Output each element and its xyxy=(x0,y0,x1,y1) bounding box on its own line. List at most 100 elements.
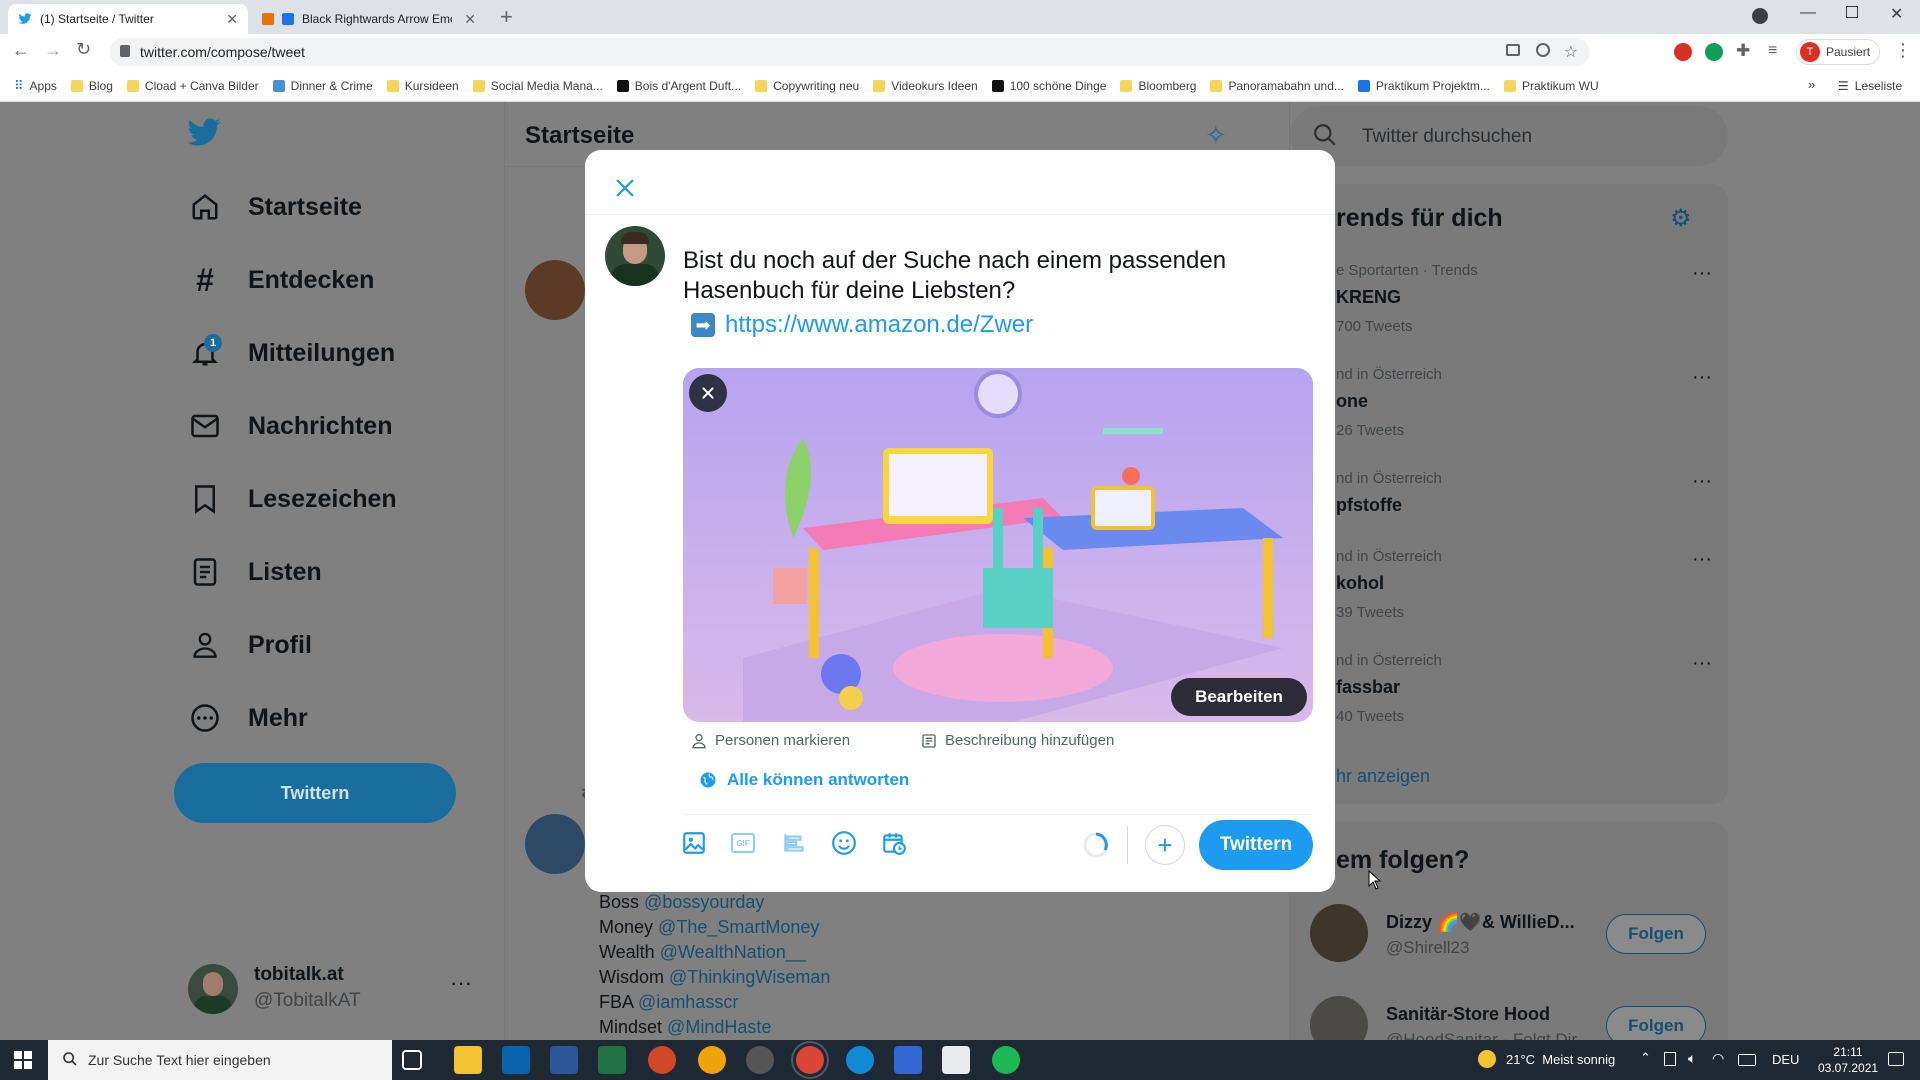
trend-item[interactable]: nd in Österreich one 26 Tweets ··· xyxy=(1336,366,1726,446)
mention-link[interactable]: @WealthNation__ xyxy=(660,942,806,962)
nav-lists[interactable]: Listen xyxy=(188,555,322,589)
weather-sun-icon[interactable] xyxy=(1478,1050,1496,1068)
keyboard-icon[interactable] xyxy=(1738,1054,1756,1066)
install-icon[interactable] xyxy=(1506,44,1520,56)
avatar[interactable] xyxy=(525,260,585,320)
media-control-icon[interactable]: ≡ xyxy=(1768,42,1777,60)
bookmark-item[interactable]: Copywriting neu xyxy=(755,79,859,93)
address-bar[interactable]: twitter.com/compose/tweet ☆ xyxy=(110,38,1590,66)
apps-bookmark[interactable]: ⠿ Apps xyxy=(14,78,57,94)
media-upload-icon[interactable] xyxy=(681,830,709,858)
network-icon[interactable] xyxy=(1664,1052,1676,1066)
mention-link[interactable]: @bossyourday xyxy=(644,892,764,912)
follow-button[interactable]: Folgen xyxy=(1606,914,1706,954)
close-tab-icon[interactable]: ✕ xyxy=(464,11,476,28)
remove-media-icon[interactable] xyxy=(689,374,727,412)
bookmark-item[interactable]: Kursideen xyxy=(386,79,459,93)
weather-text[interactable]: 21°C Meist sonnig xyxy=(1506,1052,1615,1067)
sidebar-tweet-button[interactable]: Twittern xyxy=(174,763,456,823)
tab-search-icon[interactable] xyxy=(1752,8,1768,24)
account-switcher[interactable]: tobitalk.at @TobitalkAT ··· xyxy=(188,960,488,1020)
avatar[interactable] xyxy=(1310,996,1368,1040)
nav-profile[interactable]: Profil xyxy=(188,628,312,662)
search-box[interactable]: Twitter durchsuchen xyxy=(1290,106,1728,166)
minimize-icon[interactable]: — xyxy=(1800,4,1816,22)
zoom-icon[interactable] xyxy=(1536,43,1550,57)
nav-explore[interactable]: # Entdecken xyxy=(188,262,374,298)
bookmark-item[interactable]: Dinner & Crime xyxy=(272,79,373,93)
powerpoint-icon[interactable] xyxy=(648,1046,676,1074)
trend-item[interactable]: nd in Österreich kohol 39 Tweets ··· xyxy=(1336,548,1726,628)
excel-icon[interactable] xyxy=(598,1046,626,1074)
file-explorer-icon[interactable] xyxy=(454,1046,482,1074)
nav-more[interactable]: Mehr xyxy=(188,701,308,735)
link-text[interactable]: https://www.amazon.de/Zwer xyxy=(725,310,1033,340)
app-icon[interactable] xyxy=(894,1046,922,1074)
bookmark-item[interactable]: Social Media Mana... xyxy=(472,79,603,93)
kebab-menu-icon[interactable]: ⋮ xyxy=(1894,40,1912,61)
close-tab-icon[interactable]: ✕ xyxy=(226,11,238,28)
more-dots-icon[interactable]: ··· xyxy=(1692,548,1712,571)
nav-bookmarks[interactable]: Lesezeichen xyxy=(188,482,397,516)
more-dots-icon[interactable]: ··· xyxy=(1692,652,1712,675)
emoji-icon[interactable] xyxy=(831,830,859,858)
trend-item[interactable]: nd in Österreich fassbar 40 Tweets ··· xyxy=(1336,652,1726,732)
close-dialog-icon[interactable] xyxy=(607,170,643,206)
reading-list-button[interactable]: ☰ Leseliste xyxy=(1838,79,1902,93)
trend-item[interactable]: e Sportarten · Trends KRENG 700 Tweets ·… xyxy=(1336,262,1726,342)
tweet-text-area[interactable]: Bist du noch auf der Suche nach einem pa… xyxy=(683,246,1303,340)
bookmark-item[interactable]: Panoramabahn und... xyxy=(1210,79,1344,93)
gear-icon[interactable]: ⚙ xyxy=(1670,204,1692,233)
edge-icon[interactable] xyxy=(846,1046,874,1074)
bookmark-item[interactable]: Praktikum WU xyxy=(1503,79,1599,93)
follow-button[interactable]: Folgen xyxy=(1606,1006,1706,1040)
nav-notifications[interactable]: 1 Mitteilungen xyxy=(188,334,395,370)
restore-icon[interactable] xyxy=(1846,6,1858,18)
spotify-icon[interactable] xyxy=(992,1046,1020,1074)
account-more-icon[interactable]: ··· xyxy=(450,970,472,996)
windows-start-icon[interactable] xyxy=(14,1051,32,1069)
add-description-button[interactable]: Beschreibung hinzufügen xyxy=(921,732,1114,749)
chrome-icon[interactable] xyxy=(796,1046,824,1074)
gif-icon[interactable]: GIF xyxy=(731,830,759,858)
sparkle-icon[interactable]: ✧ xyxy=(1205,120,1227,151)
nav-home[interactable]: Startseite xyxy=(188,190,362,224)
more-dots-icon[interactable]: ··· xyxy=(1692,366,1712,389)
show-more-link[interactable]: hr anzeigen xyxy=(1336,766,1430,787)
more-bookmarks-icon[interactable]: » xyxy=(1808,77,1815,92)
reload-icon[interactable]: ↻ xyxy=(76,39,91,60)
notepad-icon[interactable] xyxy=(942,1046,970,1074)
volume-icon[interactable]: 🔈︎ xyxy=(1688,1050,1696,1067)
trend-item[interactable]: nd in Österreich pfstoffe ··· xyxy=(1336,470,1726,530)
clock[interactable]: 21:11 03.07.2021 xyxy=(1818,1044,1878,1076)
mail-icon[interactable] xyxy=(502,1046,530,1074)
schedule-icon[interactable] xyxy=(881,830,909,858)
bookmark-item[interactable]: Bois d'Argent Duft... xyxy=(616,79,741,93)
reply-settings-button[interactable]: Alle können antworten xyxy=(699,770,909,790)
forward-arrow-icon[interactable]: → xyxy=(44,40,62,61)
profile-button[interactable]: T Pausiert xyxy=(1796,39,1880,65)
grammarly-icon[interactable] xyxy=(1705,43,1723,61)
back-arrow-icon[interactable]: ← xyxy=(12,40,30,61)
tab-emoji[interactable]: Black Rightwards Arrow Emoji ✕ xyxy=(252,4,486,34)
wifi-icon[interactable]: ◠ xyxy=(1712,1050,1724,1067)
suggestion-name[interactable]: Sanitär-Store Hood xyxy=(1386,1004,1550,1025)
bookmark-item[interactable]: 100 schöne Dinge xyxy=(991,79,1106,93)
bookmark-item[interactable]: Blog xyxy=(70,79,113,93)
mention-link[interactable]: @iamhasscr xyxy=(638,992,738,1012)
bookmark-item[interactable]: Praktikum Projektm... xyxy=(1357,79,1490,93)
close-window-icon[interactable]: ✕ xyxy=(1890,4,1903,24)
app-icon[interactable] xyxy=(698,1046,726,1074)
task-view-icon[interactable] xyxy=(402,1050,422,1070)
avatar[interactable] xyxy=(525,814,585,874)
mention-link[interactable]: @ThinkingWiseman xyxy=(669,967,830,987)
add-thread-plus-icon[interactable]: + xyxy=(1145,825,1185,865)
bookmark-item[interactable]: Cload + Canva Bilder xyxy=(126,79,259,93)
submit-tweet-button[interactable]: Twittern xyxy=(1199,820,1313,870)
avatar[interactable] xyxy=(605,226,665,286)
more-dots-icon[interactable]: ··· xyxy=(1692,262,1712,285)
extension-icon[interactable] xyxy=(1674,43,1692,61)
more-dots-icon[interactable]: ··· xyxy=(1692,470,1712,493)
chevron-up-icon[interactable]: ⌃ xyxy=(1640,1050,1651,1066)
language-indicator[interactable]: DEU xyxy=(1772,1052,1799,1067)
